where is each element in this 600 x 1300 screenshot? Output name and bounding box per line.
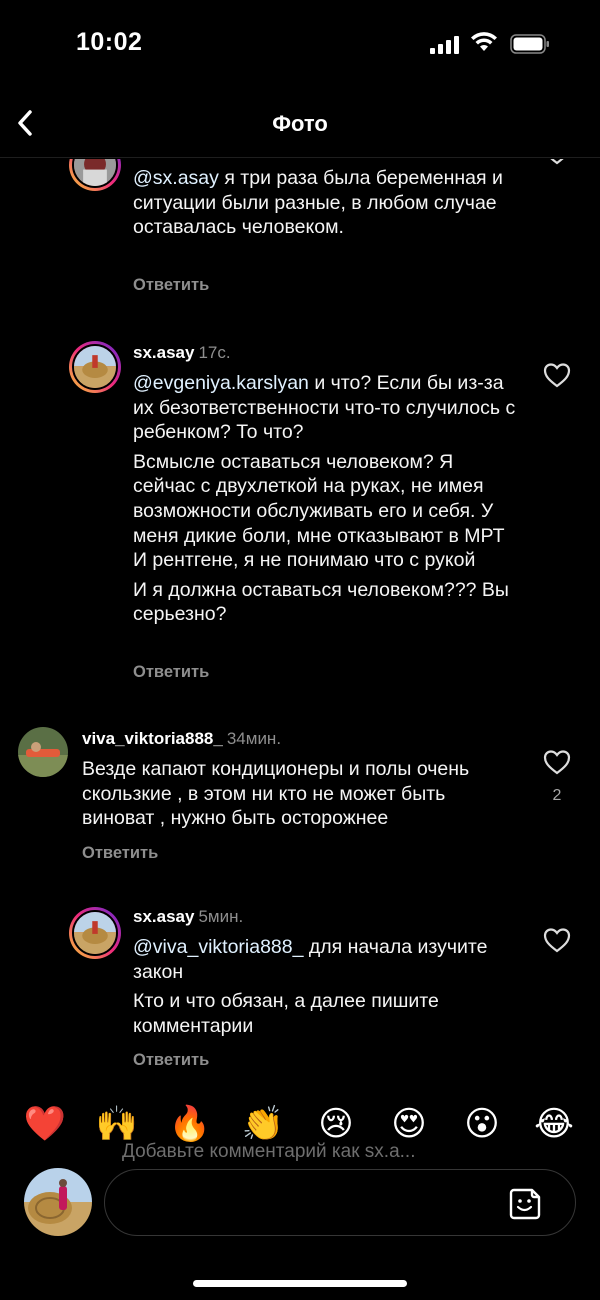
comment-header: viva_viktoria888_ 34мин. — [82, 729, 281, 749]
comment-item: viva_viktoria888_ 34мин. Везде капают кон… — [0, 727, 600, 867]
like-count[interactable]: 2 — [543, 787, 571, 805]
reply-button[interactable]: Ответить — [133, 1051, 209, 1070]
comment-input-wrapper — [104, 1169, 576, 1236]
my-avatar[interactable] — [24, 1168, 92, 1236]
comment-username[interactable]: sx.asay — [133, 907, 194, 926]
page-title: Фото — [272, 111, 328, 136]
comment-item: sx.asay 5мин. @viva_viktoria888_ для нача… — [0, 907, 600, 1077]
avatar[interactable] — [69, 159, 121, 191]
comment-text: @evgeniya.karslyan и что? Если бы из-за … — [133, 371, 518, 632]
wifi-icon — [471, 32, 497, 51]
comment-input[interactable] — [127, 1182, 497, 1222]
reply-button[interactable]: Ответить — [82, 844, 158, 863]
reply-button[interactable]: Ответить — [133, 663, 209, 682]
comment-paragraph: Всмысле оставаться человеком? Я сейчас с… — [133, 450, 505, 572]
comment-time: 34мин. — [226, 729, 282, 748]
status-time: 10:02 — [76, 28, 143, 56]
avatar[interactable] — [18, 727, 68, 777]
sticker-icon[interactable] — [508, 1187, 542, 1221]
comment-time: 17с. — [198, 343, 231, 362]
comment-paragraph: И я должна оставаться человеком??? Вы се… — [133, 578, 509, 626]
mention-link[interactable]: @sx.asay — [133, 167, 219, 189]
comment-item: @sx.asay я три раза была беременная и си… — [0, 159, 600, 309]
cellular-signal-icon — [430, 36, 460, 54]
like-heart-icon[interactable] — [543, 362, 571, 388]
like-heart-icon[interactable] — [543, 749, 571, 775]
comment-text: @sx.asay я три раза была беременная и си… — [133, 166, 518, 245]
like-heart-icon[interactable] — [543, 927, 571, 953]
home-indicator[interactable] — [193, 1280, 407, 1287]
comment-username[interactable]: viva_viktoria888_ — [82, 729, 223, 748]
comment-header: sx.asay 17с. — [133, 343, 231, 363]
mention-link[interactable]: @viva_viktoria888_ — [133, 936, 303, 958]
avatar[interactable] — [69, 907, 121, 959]
comment-text: Везде капают кондиционеры и полы очень с… — [82, 757, 518, 836]
comment-username[interactable]: sx.asay — [133, 343, 194, 362]
reply-button[interactable]: Ответить — [133, 276, 209, 295]
comment-input-placeholder: Добавьте комментарий как sx.a... — [122, 1141, 416, 1162]
comment-time: 5мин. — [198, 907, 244, 926]
comment-header: sx.asay 5мин. — [133, 907, 243, 927]
comment-text: @viva_viktoria888_ для начала изучите за… — [133, 935, 518, 1043]
comment-item: sx.asay 17с. @evgeniya.karslyan и что? Ес… — [0, 341, 600, 701]
comment-paragraph: Везде капают кондиционеры и полы очень с… — [82, 758, 470, 830]
battery-icon — [510, 34, 549, 54]
like-heart-icon[interactable] — [543, 159, 571, 165]
comments-list[interactable]: @sx.asay я три раза была беременная и си… — [0, 159, 600, 1080]
comment-paragraph: Кто и что обязан, а далее пишите коммент… — [133, 990, 439, 1037]
mention-link[interactable]: @evgeniya.karslyan — [133, 372, 309, 394]
nav-bar: Фото — [0, 90, 600, 158]
avatar[interactable] — [69, 341, 121, 393]
status-bar: 10:02 — [0, 0, 600, 90]
